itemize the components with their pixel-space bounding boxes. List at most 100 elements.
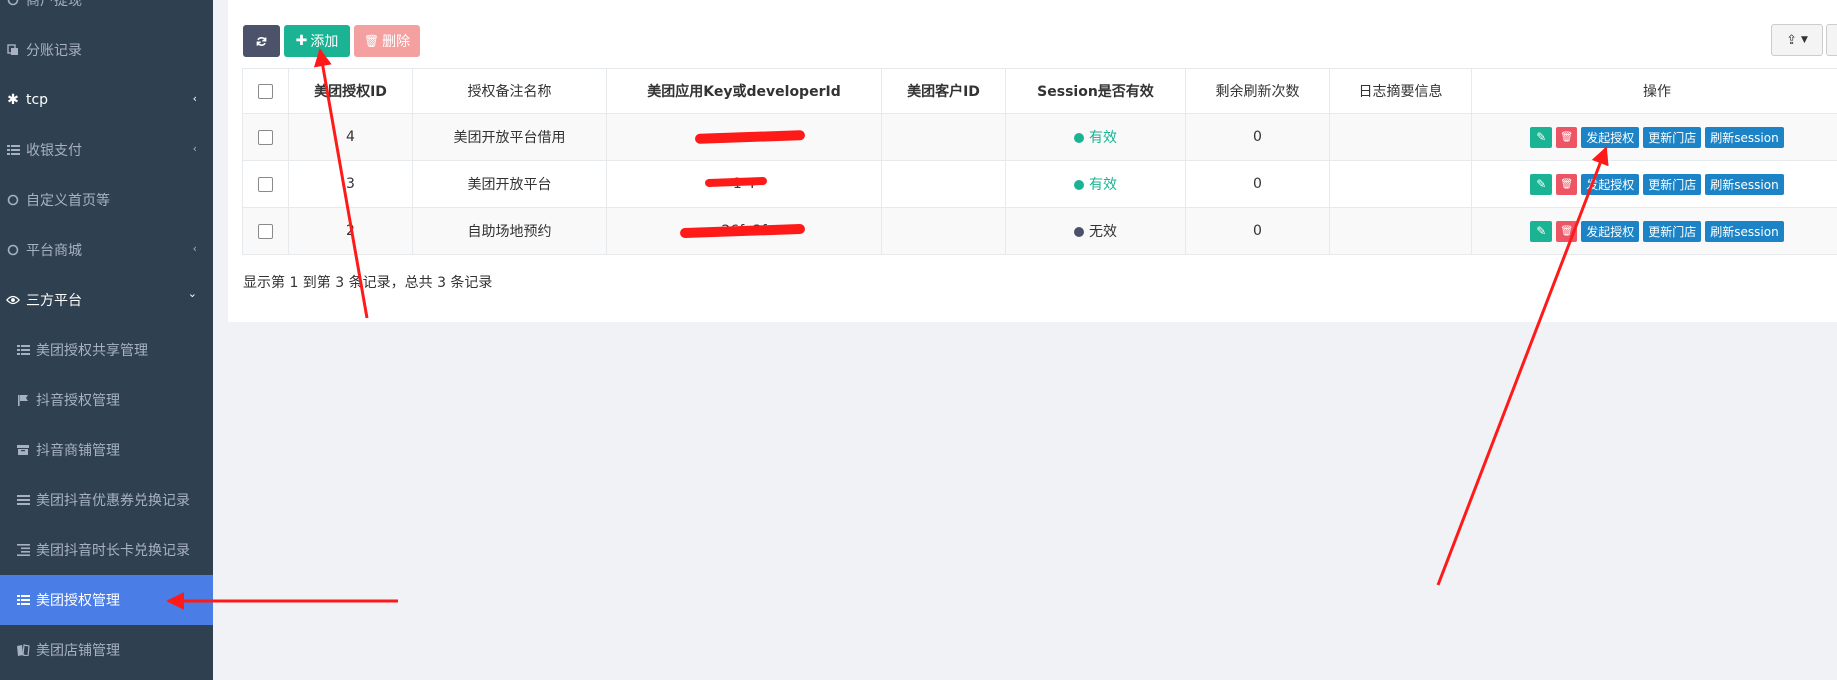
sidebar-item-label: 抖音授权管理 xyxy=(36,393,120,409)
sidebar-item-label: 美团抖音优惠券兑换记录 xyxy=(36,493,190,509)
copy-icon xyxy=(6,43,20,57)
sidebar-item-label: 收银支付 xyxy=(26,143,82,159)
row-checkbox[interactable] xyxy=(258,223,273,239)
circle-icon xyxy=(6,193,20,207)
delete-row-button[interactable]: 🗑 xyxy=(1556,173,1578,195)
name-cell: 自助场地预约 xyxy=(412,207,607,255)
sidebar-item[interactable]: 三方平台 ⌄ xyxy=(0,275,213,325)
book-icon xyxy=(16,643,30,657)
sidebar-item[interactable]: 平台商城 ‹ xyxy=(0,225,213,275)
trash-icon: 🗑 xyxy=(1560,225,1574,237)
export-icon: ⇪ xyxy=(1786,32,1797,48)
column-header[interactable]: 日志摘要信息 xyxy=(1329,68,1472,114)
table-row[interactable]: 3美团开放平台1 4有效0✎🗑发起授权更新门店刷新session xyxy=(242,160,1837,208)
pagination-summary: 显示第 1 到第 3 条记录，总共 3 条记录 xyxy=(243,275,493,291)
edit-button[interactable]: ✎ xyxy=(1530,126,1553,148)
authorize-button[interactable]: 发起授权 xyxy=(1581,220,1640,242)
select-all-checkbox[interactable] xyxy=(258,83,273,99)
sidebar-item[interactable]: 美团授权管理 xyxy=(0,575,213,625)
log-cell xyxy=(1329,207,1472,255)
table-header-row: 美团授权ID 授权备注名称 美团应用Key或developerId 美团客户ID… xyxy=(242,68,1837,114)
session-cell: 有效 xyxy=(1005,160,1186,208)
circle-icon xyxy=(6,243,20,257)
asterisk-icon: ✱ xyxy=(7,92,19,108)
plus-icon: ✚ xyxy=(295,33,308,49)
refresh-icon xyxy=(256,36,267,46)
delete-button[interactable]: 🗑 删除 xyxy=(354,25,420,57)
delete-row-button[interactable]: 🗑 xyxy=(1556,220,1578,242)
id-cell: 4 xyxy=(288,113,413,161)
sidebar-item[interactable]: 抖音商铺管理 xyxy=(0,425,213,475)
refresh-session-button[interactable]: 刷新session xyxy=(1705,220,1784,242)
authorize-button[interactable]: 发起授权 xyxy=(1581,126,1640,148)
refresh-count-cell: 0 xyxy=(1185,113,1330,161)
list-icon xyxy=(6,143,20,157)
column-header[interactable]: 美团应用Key或developerId xyxy=(606,68,882,114)
column-header[interactable]: 美团授权ID xyxy=(288,68,413,114)
delete-row-button[interactable]: 🗑 xyxy=(1556,126,1578,148)
sidebar-item[interactable]: 商户提现 xyxy=(0,0,213,25)
chevron-icon: ⌄ xyxy=(187,287,197,300)
refresh-count-cell: 0 xyxy=(1185,207,1330,255)
export-button[interactable]: ⇪ ▼ xyxy=(1771,24,1823,56)
eye-icon xyxy=(6,293,20,307)
sidebar-item[interactable]: 美团抖音时长卡兑换记录 xyxy=(0,525,213,575)
add-button[interactable]: ✚ 添加 xyxy=(284,25,350,57)
authorize-button[interactable]: 发起授权 xyxy=(1581,173,1640,195)
trash-icon: 🗑 xyxy=(1560,131,1574,143)
name-cell: 美团开放平台借用 xyxy=(412,113,607,161)
sidebar-item[interactable]: 美团抖音优惠券兑换记录 xyxy=(0,475,213,525)
session-cell: 有效 xyxy=(1005,113,1186,161)
sidebar-item-label: 平台商城 xyxy=(26,243,82,259)
refresh-button[interactable] xyxy=(243,25,280,57)
select-all-cell xyxy=(242,68,289,114)
column-header[interactable]: Session是否有效 xyxy=(1005,68,1186,114)
sidebar-item-label: 美团店铺管理 xyxy=(36,643,120,659)
update-store-button[interactable]: 更新门店 xyxy=(1643,126,1702,148)
sidebar-item[interactable]: 自定义首页等 xyxy=(0,175,213,225)
column-header[interactable]: 剩余刷新次数 xyxy=(1185,68,1330,114)
name-cell: 美团开放平台 xyxy=(412,160,607,208)
status-dot-icon xyxy=(1074,227,1084,237)
columns-button[interactable] xyxy=(1826,24,1837,56)
sidebar-item[interactable]: 分账记录 xyxy=(0,25,213,75)
sidebar-item-label: 商户提现 xyxy=(26,0,82,9)
table-row[interactable]: 4 美团开放平台借用 有效 0 ✎ 🗑 发起授权 更新门店 刷新session xyxy=(242,113,1837,161)
update-store-button[interactable]: 更新门店 xyxy=(1643,173,1702,195)
status-dot-icon xyxy=(1074,133,1084,143)
chevron-down-icon: ▼ xyxy=(1800,35,1808,45)
row-select-cell xyxy=(242,113,289,161)
column-header[interactable]: 美团客户ID xyxy=(881,68,1006,114)
row-select-cell xyxy=(242,207,289,255)
sidebar-item[interactable]: 收银支付 ‹ xyxy=(0,125,213,175)
chevron-icon: ‹ xyxy=(192,142,197,155)
circle-icon xyxy=(6,0,20,7)
refresh-session-button[interactable]: 刷新session xyxy=(1705,173,1784,195)
sidebar-item[interactable]: 美团授权共享管理 xyxy=(0,325,213,375)
refresh-session-button[interactable]: 刷新session xyxy=(1705,126,1784,148)
edit-button[interactable]: ✎ xyxy=(1530,173,1553,195)
customer-id-cell xyxy=(881,113,1006,161)
id-cell: 3 xyxy=(288,160,413,208)
row-checkbox[interactable] xyxy=(258,129,273,145)
edit-button[interactable]: ✎ xyxy=(1530,220,1553,242)
column-header: 操作 xyxy=(1471,68,1837,114)
sidebar-item-label: 分账记录 xyxy=(26,43,82,59)
update-store-button[interactable]: 更新门店 xyxy=(1643,220,1702,242)
flag-icon xyxy=(16,393,30,407)
chevron-icon: ‹ xyxy=(192,92,197,105)
actions-cell: ✎ 🗑 发起授权 更新门店 刷新session xyxy=(1471,207,1837,255)
table-row[interactable]: 2自助场地预约 26fe3f 无效0✎🗑发起授权更新门店刷新session xyxy=(242,207,1837,255)
row-checkbox[interactable] xyxy=(258,176,273,192)
delete-button-label: 删除 xyxy=(382,34,411,50)
trash-icon: 🗑 xyxy=(1560,178,1574,190)
archive-icon xyxy=(16,443,30,457)
sidebar-item[interactable]: 抖音授权管理 xyxy=(0,375,213,425)
status-dot-icon xyxy=(1074,180,1084,190)
column-header[interactable]: 授权备注名称 xyxy=(412,68,607,114)
actions-cell: ✎ 🗑 发起授权 更新门店 刷新session xyxy=(1471,113,1837,161)
indent-icon xyxy=(16,543,30,557)
sidebar-item[interactable]: 美团店铺管理 xyxy=(0,625,213,675)
session-cell: 无效 xyxy=(1005,207,1186,255)
sidebar-item[interactable]: ✱ tcp ‹ xyxy=(0,75,213,125)
